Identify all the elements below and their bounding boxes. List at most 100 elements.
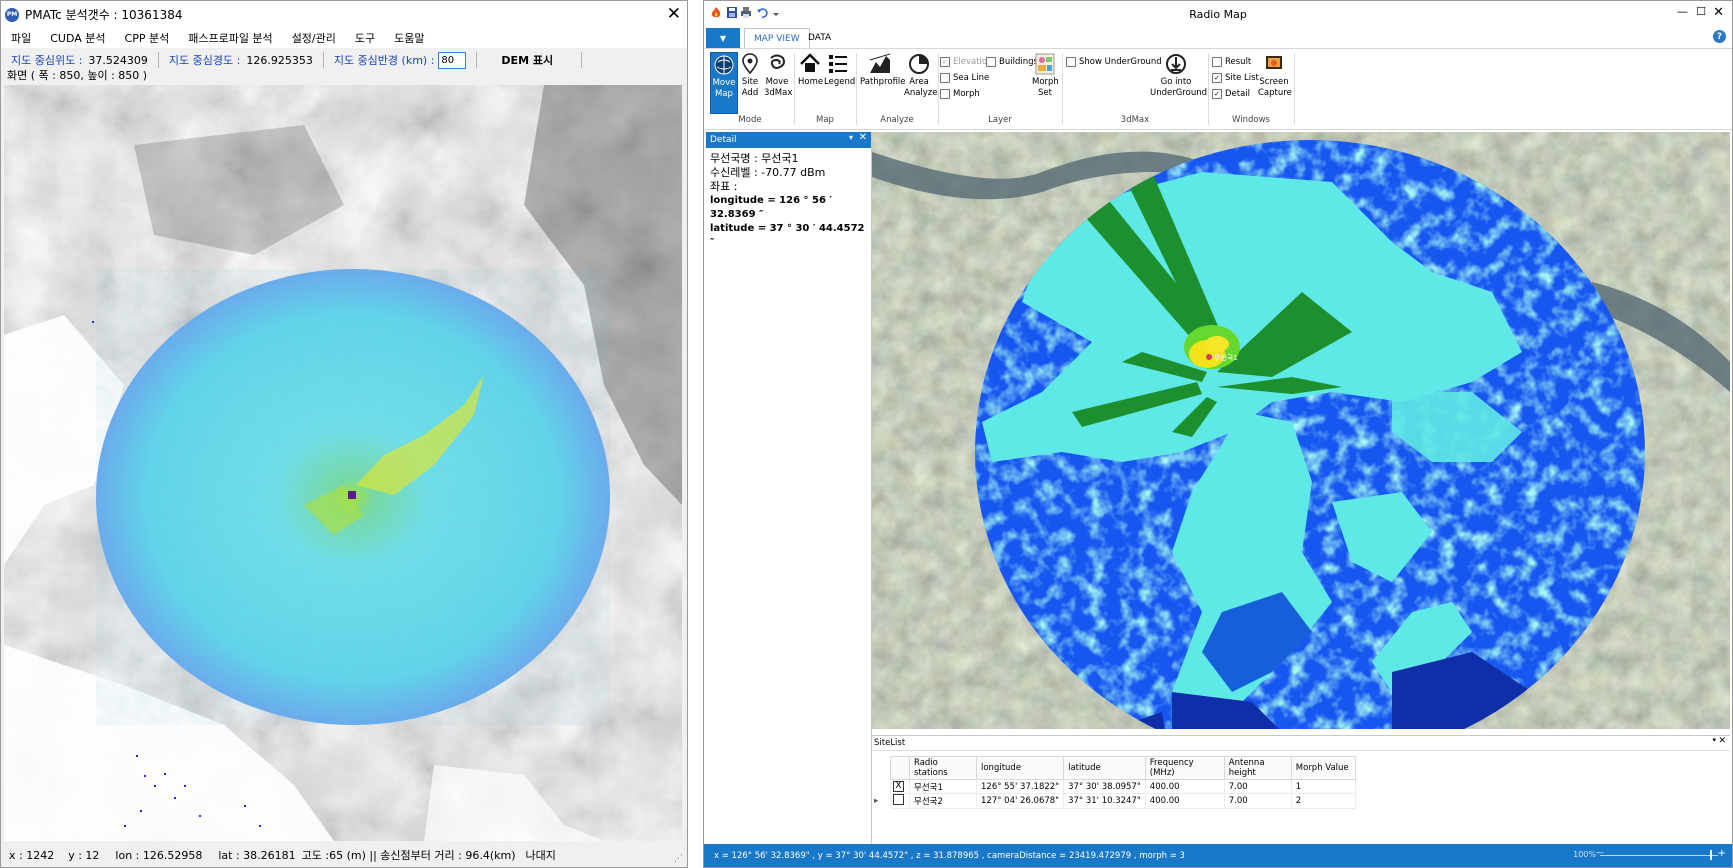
dropdown-icon[interactable]: ▾ bbox=[849, 133, 853, 142]
move-3dmax-button[interactable]: Move 3dMax bbox=[764, 52, 792, 99]
minimize-icon[interactable]: — bbox=[1677, 5, 1688, 18]
screen-capture-button[interactable]: Screen Capture bbox=[1258, 52, 1292, 99]
menu-cpp-analysis[interactable]: CPP 분석 bbox=[115, 30, 179, 46]
transmitter-marker-left bbox=[348, 491, 356, 499]
site-add-button[interactable]: Site Add bbox=[738, 52, 762, 99]
center-lon-value: 126.925353 bbox=[246, 53, 313, 67]
radio-map-view[interactable]: 무선국1 bbox=[872, 132, 1730, 729]
checkbox-box bbox=[940, 89, 950, 99]
dem-show-button[interactable]: DEM 표시 bbox=[501, 52, 571, 68]
close-icon[interactable]: ✕ bbox=[667, 4, 681, 24]
table-row[interactable]: X 무선국1 126° 55' 37.1822" 37° 30' 38.0957… bbox=[872, 779, 1356, 794]
column-header[interactable]: Radio stations bbox=[909, 756, 977, 780]
menu-cuda-analysis[interactable]: CUDA 분석 bbox=[40, 30, 114, 46]
column-header[interactable]: latitude bbox=[1063, 756, 1146, 780]
morph-set-icon bbox=[1035, 53, 1055, 75]
legend-icon bbox=[829, 55, 847, 73]
go-into-underground-button[interactable]: Go into UnderGround bbox=[1150, 52, 1207, 99]
radio-map-window: Radio Map — ☐ ✕ ▼ MAP VIEW DATA ? Move M… bbox=[703, 0, 1733, 868]
3dmax-icon bbox=[770, 54, 785, 69]
buildings-checkbox[interactable]: Buildings bbox=[986, 57, 1038, 67]
home-button[interactable]: Home bbox=[798, 52, 823, 88]
station-checkbox[interactable]: X bbox=[890, 779, 910, 794]
move-map-button[interactable]: Move Map bbox=[710, 52, 738, 114]
menu-tools[interactable]: 도구 bbox=[345, 30, 384, 46]
station-name: 무선국2 bbox=[909, 793, 977, 809]
sea-line-checkbox[interactable]: Sea Line bbox=[940, 73, 989, 83]
right-title-bar: Radio Map — ☐ ✕ bbox=[704, 1, 1732, 28]
group-layer-label: Layer bbox=[988, 115, 1012, 125]
left-menu-bar: 파일 CUDA 분석 CPP 분석 패스프로파일 분석 설정/관리 도구 도움말 bbox=[1, 28, 687, 48]
toolbar-separator bbox=[581, 52, 583, 68]
column-header[interactable]: Antenna height bbox=[1223, 756, 1292, 780]
ribbon-tabs: ▼ MAP VIEW DATA ? bbox=[704, 28, 1732, 49]
checkbox-box: ✓ bbox=[940, 57, 950, 67]
menu-pathprofile-analysis[interactable]: 패스프로파일 분석 bbox=[178, 30, 281, 46]
home-icon bbox=[800, 53, 820, 72]
checkbox-box bbox=[986, 57, 996, 67]
group-windows-label: Windows bbox=[1232, 115, 1270, 125]
row-marker bbox=[872, 780, 891, 794]
detail-checkbox[interactable]: ✓ Detail bbox=[1212, 89, 1250, 99]
row-header-cell bbox=[872, 756, 891, 780]
detail-title: Detail bbox=[710, 135, 737, 145]
zoom-slider-thumb[interactable] bbox=[1710, 850, 1712, 860]
center-lat-value: 37.524309 bbox=[88, 53, 148, 67]
menu-file[interactable]: 파일 bbox=[1, 30, 40, 46]
show-underground-checkbox[interactable]: Show UnderGround bbox=[1066, 57, 1162, 67]
tab-data[interactable]: DATA bbox=[799, 28, 840, 48]
station-checkbox[interactable] bbox=[890, 793, 910, 809]
pathprofile-button[interactable]: Pathprofile bbox=[860, 52, 906, 88]
zoom-in-icon[interactable]: + bbox=[1718, 848, 1726, 859]
group-map-label: Map bbox=[816, 115, 834, 125]
column-header[interactable]: longitude bbox=[975, 756, 1065, 780]
help-icon[interactable]: ? bbox=[1713, 30, 1726, 43]
site-list-checkbox[interactable]: ✓ Site List bbox=[1212, 73, 1259, 83]
close-icon[interactable]: ✕ bbox=[1713, 5, 1724, 20]
station-antenna-height: 7.00 bbox=[1223, 779, 1292, 794]
result-checkbox[interactable]: Result bbox=[1212, 57, 1251, 67]
table-row[interactable]: ▸ 무선국2 127° 04' 26.0678" 37° 31' 10.3247… bbox=[872, 793, 1356, 809]
group-separator bbox=[794, 53, 795, 125]
close-icon[interactable]: ✕ bbox=[1718, 736, 1726, 746]
morph-set-button[interactable]: Morph Set bbox=[1032, 52, 1059, 99]
station-frequency: 400.00 bbox=[1144, 779, 1225, 794]
dropdown-icon[interactable]: ▾ bbox=[1712, 736, 1716, 744]
legend-button[interactable]: Legend bbox=[824, 52, 855, 88]
resize-grip-icon[interactable]: ⋰ bbox=[674, 854, 683, 864]
status-lat: lat : 38.26181 bbox=[218, 848, 296, 862]
download-circle-icon bbox=[1166, 54, 1186, 74]
menu-settings[interactable]: 설정/관리 bbox=[282, 30, 345, 46]
column-header[interactable]: Frequency (MHz) bbox=[1144, 756, 1225, 780]
center-lat-label: 지도 중심위도 : bbox=[11, 54, 83, 67]
sea-line-label: Sea Line bbox=[953, 73, 990, 83]
area-analyze-button[interactable]: Area Analyze bbox=[904, 52, 938, 99]
station-latitude: 37° 30' 38.0957" bbox=[1063, 779, 1146, 794]
detail-latitude: latitude = 37 ° 30 ′ 44.4572 ″ bbox=[710, 223, 865, 248]
marker-label: 무선국1 bbox=[1214, 353, 1238, 362]
group-separator bbox=[1062, 53, 1063, 125]
checkbox-box: X bbox=[893, 781, 904, 792]
detail-panel: Detail ▾ ✕ 무선국명 : 무선국1 수신레벨 : -70.77 dBm… bbox=[706, 132, 872, 844]
detail-station-name: 무선국명 : 무선국1 bbox=[710, 152, 799, 165]
group-separator bbox=[856, 53, 857, 125]
zoom-slider[interactable] bbox=[1600, 855, 1718, 856]
menu-help[interactable]: 도움말 bbox=[384, 30, 433, 46]
satellite-map-canvas: 무선국1 bbox=[872, 132, 1730, 729]
detail-longitude: longitude = 126 ° 56 ′ 32.8369 ″ bbox=[710, 195, 833, 220]
left-status-bar: x : 1242 y : 12 lon : 126.52958 lat : 38… bbox=[1, 844, 687, 866]
center-lon-label: 지도 중심경도 : bbox=[168, 54, 241, 67]
app-menu-button[interactable]: ▼ bbox=[706, 28, 740, 48]
dem-map-canvas bbox=[4, 85, 682, 841]
morph-label: Morph bbox=[953, 89, 980, 99]
maximize-icon[interactable]: ☐ bbox=[1696, 5, 1706, 18]
elevation-checkbox[interactable]: ✓ Elevation bbox=[940, 57, 992, 67]
site-list-header: SiteList ▾ ✕ bbox=[872, 736, 1730, 751]
radius-input[interactable] bbox=[438, 51, 467, 69]
station-antenna-height: 7.00 bbox=[1223, 793, 1292, 809]
column-header[interactable]: Morph Value bbox=[1290, 756, 1356, 780]
dem-map-view[interactable] bbox=[4, 85, 682, 841]
morph-checkbox[interactable]: Morph bbox=[940, 89, 980, 99]
close-icon[interactable]: ✕ bbox=[859, 132, 867, 143]
left-title-bar: PM PMATc 분석갯수 : 10361384 ✕ bbox=[1, 1, 687, 28]
